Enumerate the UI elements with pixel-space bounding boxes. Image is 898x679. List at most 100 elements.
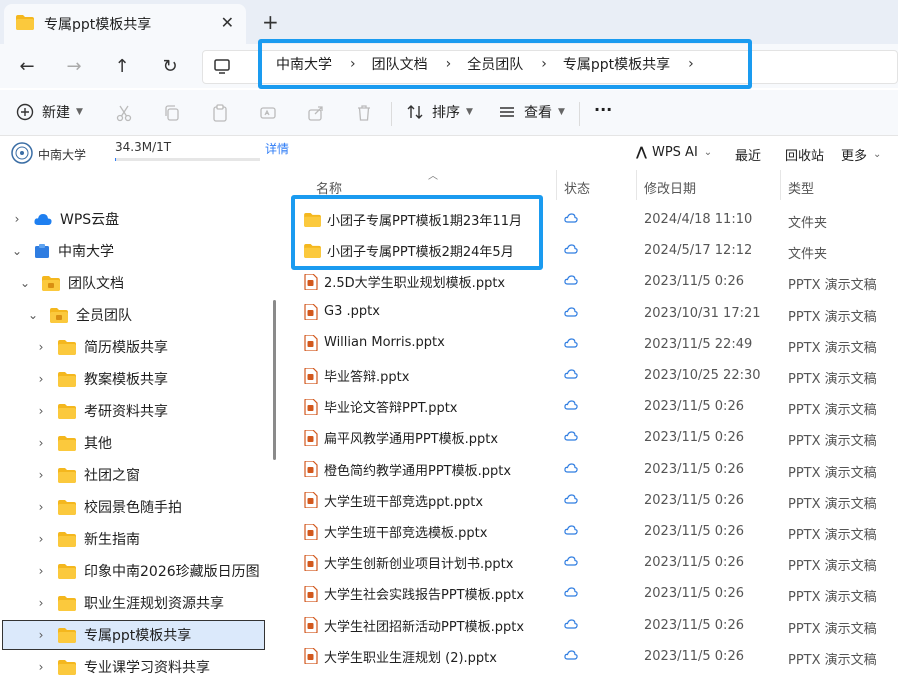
sidebar-tree-item[interactable]: › 社团之窗 [34, 460, 140, 490]
toolbar-divider [391, 102, 392, 126]
forward-button[interactable]: → [61, 53, 87, 79]
column-divider[interactable] [636, 170, 637, 200]
back-button[interactable]: ← [14, 53, 40, 79]
cloud-sync-icon [564, 555, 578, 570]
breadcrumb-item[interactable]: 团队文档 [372, 54, 428, 74]
chevron-right-icon[interactable]: › [34, 340, 48, 354]
column-divider[interactable] [556, 170, 557, 200]
sidebar-item-label: 简历模版共享 [84, 340, 168, 356]
view-button[interactable]: 查看 ▼ [498, 102, 565, 122]
file-row[interactable]: 大学生社会实践报告PPT模板.pptx 2023/11/5 0:26 PPTX 演示… [284, 578, 898, 609]
chevron-down-icon[interactable]: ⌄ [10, 244, 24, 258]
chevron-right-icon: › [445, 56, 452, 72]
chevron-right-icon[interactable]: › [34, 468, 48, 482]
file-row[interactable]: Willian Morris.pptx 2023/11/5 22:49 PPTX 演… [284, 329, 898, 360]
chevron-right-icon[interactable]: › [34, 628, 48, 642]
chevron-right-icon[interactable]: › [688, 56, 694, 72]
file-row[interactable]: 大学生班干部竞选ppt.pptx 2023/11/5 0:26 PPTX 演示文稿 [284, 485, 898, 516]
chevron-right-icon[interactable]: › [34, 532, 48, 546]
file-row[interactable]: 大学生职业生涯规划 (2).pptx 2023/11/5 0:26 PPTX 演示文… [284, 641, 898, 672]
modified-date: 2023/11/5 22:49 [644, 336, 753, 352]
file-row[interactable]: 毕业答辩.pptx 2023/10/25 22:30 PPTX 演示文稿 [284, 360, 898, 391]
sidebar-item-label: 印象中南2026珍藏版日历图 [84, 564, 260, 580]
file-type: PPTX 演示文稿 [788, 434, 877, 450]
up-button[interactable]: ↑ [109, 53, 135, 79]
cloud-sync-icon [564, 493, 578, 508]
recent-button[interactable]: 最近 [735, 145, 761, 164]
breadcrumb-item[interactable]: 全员团队 [467, 54, 523, 74]
pptx-file-icon [304, 429, 318, 446]
sidebar-tree-item[interactable]: › WPS云盘 [10, 204, 120, 234]
close-tab-icon[interactable]: ✕ [221, 14, 234, 32]
breadcrumb-item[interactable]: 专属ppt模板共享 [563, 54, 670, 74]
breadcrumb-item[interactable]: 中南大学 [276, 54, 332, 74]
details-link[interactable]: 详情 [265, 140, 289, 157]
chevron-right-icon[interactable]: › [34, 660, 48, 674]
chevron-right-icon[interactable]: › [34, 596, 48, 610]
sidebar-tree-item[interactable]: › 简历模版共享 [34, 332, 168, 362]
pptx-file-icon [304, 523, 318, 540]
file-row[interactable]: 2.5D大学生职业规划模板.pptx 2023/11/5 0:26 PPTX 演示文… [284, 266, 898, 297]
sidebar-tree-item[interactable]: › 考研资料共享 [34, 396, 168, 426]
chevron-down-icon: ▼ [558, 107, 565, 117]
column-header-date[interactable]: 修改日期 [644, 178, 696, 197]
chevron-right-icon: › [541, 56, 547, 72]
file-name: 毕业答辩.pptx [324, 370, 410, 385]
file-row[interactable]: 大学生班干部竞选模板.pptx 2023/11/5 0:26 PPTX 演示文稿 [284, 516, 898, 547]
pptx-file-icon [304, 461, 318, 478]
chevron-right-icon[interactable]: › [10, 212, 24, 226]
folder-icon [58, 531, 76, 547]
modified-date: 2024/4/18 11:10 [644, 212, 753, 227]
breadcrumb: 中南大学 › 团队文档 › 全员团队 › 专属ppt模板共享 › [258, 39, 752, 89]
cut-icon[interactable] [114, 103, 134, 123]
more-menu-button[interactable]: 更多 ⌄ [841, 145, 881, 164]
file-row[interactable]: 橙色简约教学通用PPT模板.pptx 2023/11/5 0:26 PPTX 演示文… [284, 454, 898, 485]
new-button[interactable]: 新建 ▼ [16, 102, 83, 122]
chevron-right-icon[interactable]: › [34, 372, 48, 386]
share-icon[interactable] [306, 103, 326, 123]
wps-ai-button[interactable]: ⋀ WPS AI ⌄ [636, 145, 712, 160]
chevron-down-icon[interactable]: ⌄ [26, 308, 40, 322]
sidebar-tree-item[interactable]: ⌄ 团队文档 [18, 268, 124, 298]
sidebar-scrollbar[interactable] [273, 300, 276, 460]
delete-icon[interactable] [354, 103, 374, 123]
file-row[interactable]: 扁平风教学通用PPT模板.pptx 2023/11/5 0:26 PPTX 演示文稿 [284, 422, 898, 453]
toolbar-divider [579, 102, 580, 126]
sidebar-tree-item[interactable]: › 专业课学习资料共享 [34, 652, 210, 679]
tab-active[interactable]: 专属ppt模板共享 ✕ [4, 4, 246, 44]
sidebar-tree-item[interactable]: › 新生指南 [34, 524, 140, 554]
refresh-button[interactable]: ↻ [157, 53, 183, 79]
file-row[interactable]: G3 .pptx 2023/10/31 17:21 PPTX 演示文稿 [284, 298, 898, 329]
folder-icon [58, 595, 76, 611]
more-options-button[interactable]: ··· [594, 100, 612, 119]
file-row[interactable]: 大学生社团招新活动PPT模板.pptx 2023/11/5 0:26 PPTX 演示… [284, 610, 898, 641]
modified-date: 2023/11/5 0:26 [644, 617, 744, 633]
file-name: 扁平风教学通用PPT模板.pptx [324, 432, 499, 448]
file-row[interactable]: 大学生创新创业项目计划书.pptx 2023/11/5 0:26 PPTX 演示文稿 [284, 547, 898, 578]
chevron-right-icon[interactable]: › [34, 436, 48, 450]
rename-icon[interactable] [258, 103, 278, 123]
sidebar-tree-item[interactable]: › 专属ppt模板共享 [34, 620, 191, 650]
chevron-right-icon[interactable]: › [34, 404, 48, 418]
recycle-bin-button[interactable]: 回收站 [785, 145, 824, 164]
sidebar-tree-item[interactable]: ⌄ 中南大学 [10, 236, 114, 266]
chevron-right-icon[interactable]: › [34, 564, 48, 578]
sidebar-tree-item[interactable]: › 职业生涯规划资源共享 [34, 588, 224, 618]
sidebar-tree-item[interactable]: › 其他 [34, 428, 112, 458]
column-header-type[interactable]: 类型 [788, 178, 814, 197]
column-divider[interactable] [780, 170, 781, 200]
pptx-file-icon [304, 554, 318, 571]
sidebar-tree-item[interactable]: ⌄ 全员团队 [26, 300, 132, 330]
sidebar-tree-item[interactable]: › 教案模板共享 [34, 364, 168, 394]
copy-icon[interactable] [162, 103, 182, 123]
sort-button[interactable]: 排序 ▼ [406, 102, 473, 122]
chevron-right-icon[interactable]: › [34, 500, 48, 514]
sidebar-tree-item[interactable]: › 校园景色随手拍 [34, 492, 182, 522]
column-header-status[interactable]: 状态 [564, 178, 590, 197]
chevron-down-icon: ▼ [466, 107, 473, 117]
file-row[interactable]: 毕业论文答辩PPT.pptx 2023/11/5 0:26 PPTX 演示文稿 [284, 391, 898, 422]
chevron-down-icon[interactable]: ⌄ [18, 276, 32, 290]
new-tab-button[interactable]: + [262, 10, 279, 34]
paste-icon[interactable] [210, 103, 230, 123]
sidebar-tree-item[interactable]: › 印象中南2026珍藏版日历图 [34, 556, 260, 586]
